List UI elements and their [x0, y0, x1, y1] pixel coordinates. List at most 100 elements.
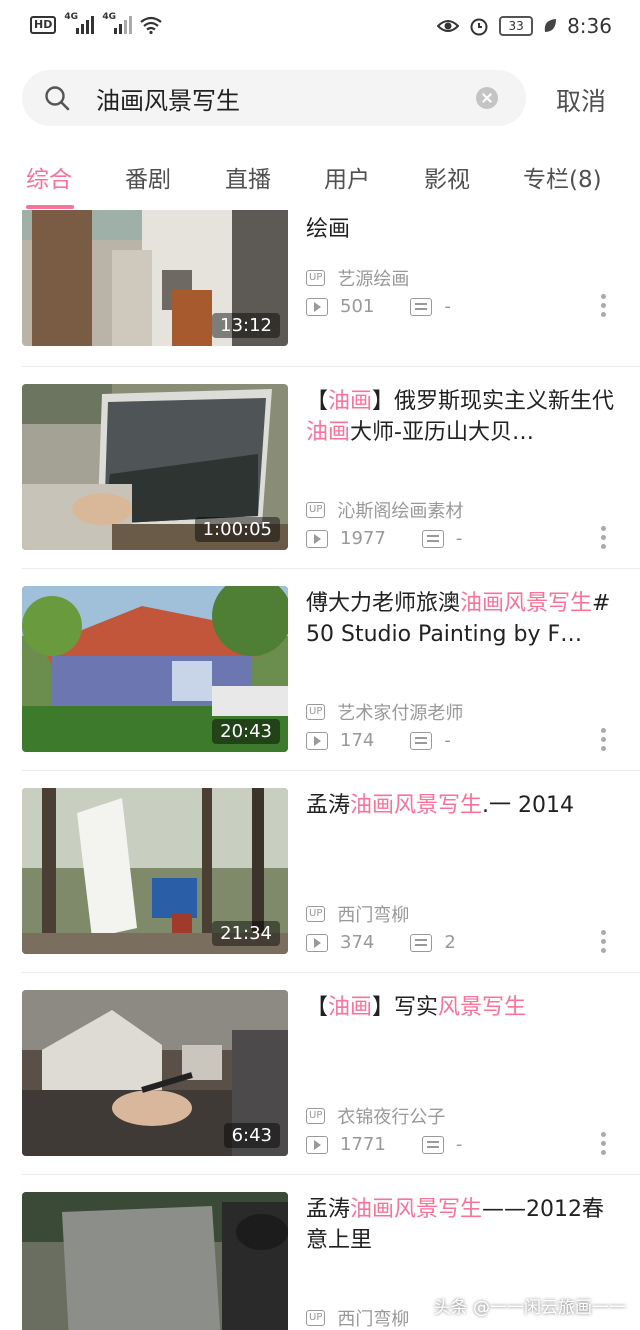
status-left: HD 4G 4G — [30, 12, 163, 34]
play-count: 1771 — [340, 1134, 386, 1155]
video-duration: 6:43 — [223, 1123, 280, 1148]
uploader-row[interactable]: UP 衣锦夜行公子 — [306, 1103, 445, 1129]
hd-icon: HD — [30, 16, 57, 34]
play-count: 374 — [340, 932, 375, 953]
up-icon: UP — [306, 906, 326, 922]
uploader-name: 沁斯阁绘画素材 — [337, 501, 464, 522]
video-duration: 20:43 — [212, 719, 280, 744]
divider — [22, 770, 640, 771]
tab-bangumi[interactable]: 番剧 — [125, 160, 171, 194]
video-thumbnail[interactable]: 20:43 — [22, 586, 288, 752]
video-duration: 21:34 — [212, 921, 280, 946]
uploader-name: 西门弯柳 — [337, 905, 410, 926]
video-thumbnail[interactable]: 6:43 — [22, 990, 288, 1156]
more-options-icon[interactable] — [601, 526, 606, 553]
tab-live[interactable]: 直播 — [225, 160, 271, 194]
divider — [22, 972, 640, 973]
more-options-icon[interactable] — [601, 728, 606, 755]
uploader-name: 西门弯柳 — [337, 1309, 410, 1330]
results-list: 13:12 绘画 UP 艺源绘画 501 - 1:00:05 【油画】俄罗斯现实主义… — [0, 210, 640, 1330]
up-icon: UP — [306, 704, 326, 720]
danmaku-count: - — [444, 730, 451, 751]
danmaku-count: - — [444, 296, 451, 317]
uploader-name: 衣锦夜行公子 — [337, 1107, 446, 1128]
watermark: 头条 @一一闲云旅画一一 — [433, 1298, 626, 1318]
uploader-row[interactable]: UP 艺源绘画 — [306, 265, 409, 291]
stats-row: 501 - — [306, 296, 451, 317]
up-icon: UP — [306, 1108, 326, 1124]
tab-users[interactable]: 用户 — [324, 160, 370, 194]
video-title[interactable]: 绘画 — [306, 214, 618, 245]
video-title[interactable]: 【油画】写实风景写生 — [306, 992, 618, 1023]
video-item[interactable]: 20:43 傅大力老师旅澳油画风景写生#50 Studio Painting b… — [0, 586, 640, 788]
search-icon — [45, 86, 70, 111]
more-options-icon[interactable] — [601, 930, 606, 957]
signal-icon: 4G — [64, 12, 95, 34]
uploader-row[interactable]: UP 西门弯柳 — [306, 901, 409, 927]
video-item[interactable]: 13:12 绘画 UP 艺源绘画 501 - — [0, 210, 640, 382]
tab-film[interactable]: 影视 — [424, 160, 470, 194]
video-item[interactable]: 1:00:05 【油画】俄罗斯现实主义新生代油画大师-亚历山大贝… UP 沁斯阁绘… — [0, 384, 640, 586]
danmaku-count: - — [455, 528, 463, 549]
uploader-row[interactable]: UP 艺术家付源老师 — [306, 699, 463, 725]
video-thumbnail[interactable]: 13:12 — [22, 210, 288, 346]
video-title[interactable]: 孟涛油画风景写生.一 2014 — [306, 790, 618, 821]
play-count-icon — [306, 1135, 328, 1154]
clock-time: 8:36 — [567, 14, 612, 38]
play-count: 501 — [340, 296, 375, 317]
danmaku-icon — [410, 297, 433, 316]
play-count-icon — [306, 731, 328, 750]
uploader-row[interactable]: UP 沁斯阁绘画素材 — [306, 497, 463, 523]
more-options-icon[interactable] — [601, 294, 606, 321]
danmaku-icon — [421, 529, 444, 548]
video-duration: 1:00:05 — [194, 517, 280, 542]
play-count-icon — [306, 529, 328, 548]
uploader-name: 艺术家付源老师 — [337, 703, 464, 724]
divider — [22, 1174, 640, 1175]
signal-icon: 4G — [102, 12, 133, 34]
video-title[interactable]: 【油画】俄罗斯现实主义新生代油画大师-亚历山大贝… — [306, 386, 618, 448]
status-right: 33 8:36 — [437, 14, 612, 38]
search-query: 油画风景写生 — [96, 87, 240, 115]
video-duration: 13:12 — [212, 313, 280, 338]
battery-icon: 33 — [499, 16, 534, 36]
stats-row: 1977 - — [306, 528, 462, 549]
tab-articles[interactable]: 专栏(8) — [523, 160, 602, 194]
danmaku-icon — [410, 731, 433, 750]
up-icon: UP — [306, 1310, 326, 1326]
divider — [22, 366, 640, 367]
video-thumbnail[interactable]: 1:00:05 — [22, 384, 288, 550]
up-icon: UP — [306, 502, 326, 518]
wifi-icon — [140, 16, 163, 34]
video-title[interactable]: 傅大力老师旅澳油画风景写生#50 Studio Painting by F… — [306, 588, 618, 650]
stats-row: 1771 - — [306, 1134, 462, 1155]
uploader-row[interactable]: UP 西门弯柳 — [306, 1305, 409, 1330]
video-item[interactable]: 21:34 孟涛油画风景写生.一 2014 UP 西门弯柳 374 2 — [0, 788, 640, 990]
play-count-icon — [306, 933, 328, 952]
tab-all[interactable]: 综合 — [26, 160, 72, 194]
up-icon: UP — [306, 270, 326, 286]
uploader-name: 艺源绘画 — [337, 269, 410, 290]
alarm-icon — [470, 18, 488, 36]
search-input[interactable]: 油画风景写生 — [22, 70, 526, 126]
eye-icon — [437, 20, 460, 32]
clear-icon[interactable] — [476, 87, 498, 109]
video-thumbnail[interactable]: 21:34 — [22, 788, 288, 954]
active-tab-indicator — [26, 205, 74, 209]
danmaku-count: - — [455, 1134, 463, 1155]
divider — [22, 568, 640, 569]
danmaku-icon — [421, 1135, 444, 1154]
tab-bar: 综合 番剧 直播 用户 影视 专栏(8) — [0, 150, 640, 210]
danmaku-count: 2 — [444, 932, 456, 953]
leaf-icon — [544, 19, 557, 32]
status-bar: HD 4G 4G 33 8:36 — [0, 0, 640, 58]
stats-row: 174 - — [306, 730, 451, 751]
video-thumbnail[interactable] — [22, 1192, 288, 1330]
cancel-button[interactable]: 取消 — [556, 82, 606, 118]
video-item[interactable]: 6:43 【油画】写实风景写生 UP 衣锦夜行公子 1771 - — [0, 990, 640, 1192]
video-title[interactable]: 孟涛油画风景写生——2012春意上里 — [306, 1194, 618, 1256]
play-count-icon — [306, 297, 328, 316]
danmaku-icon — [410, 933, 433, 952]
play-count: 174 — [340, 730, 375, 751]
more-options-icon[interactable] — [601, 1132, 606, 1159]
